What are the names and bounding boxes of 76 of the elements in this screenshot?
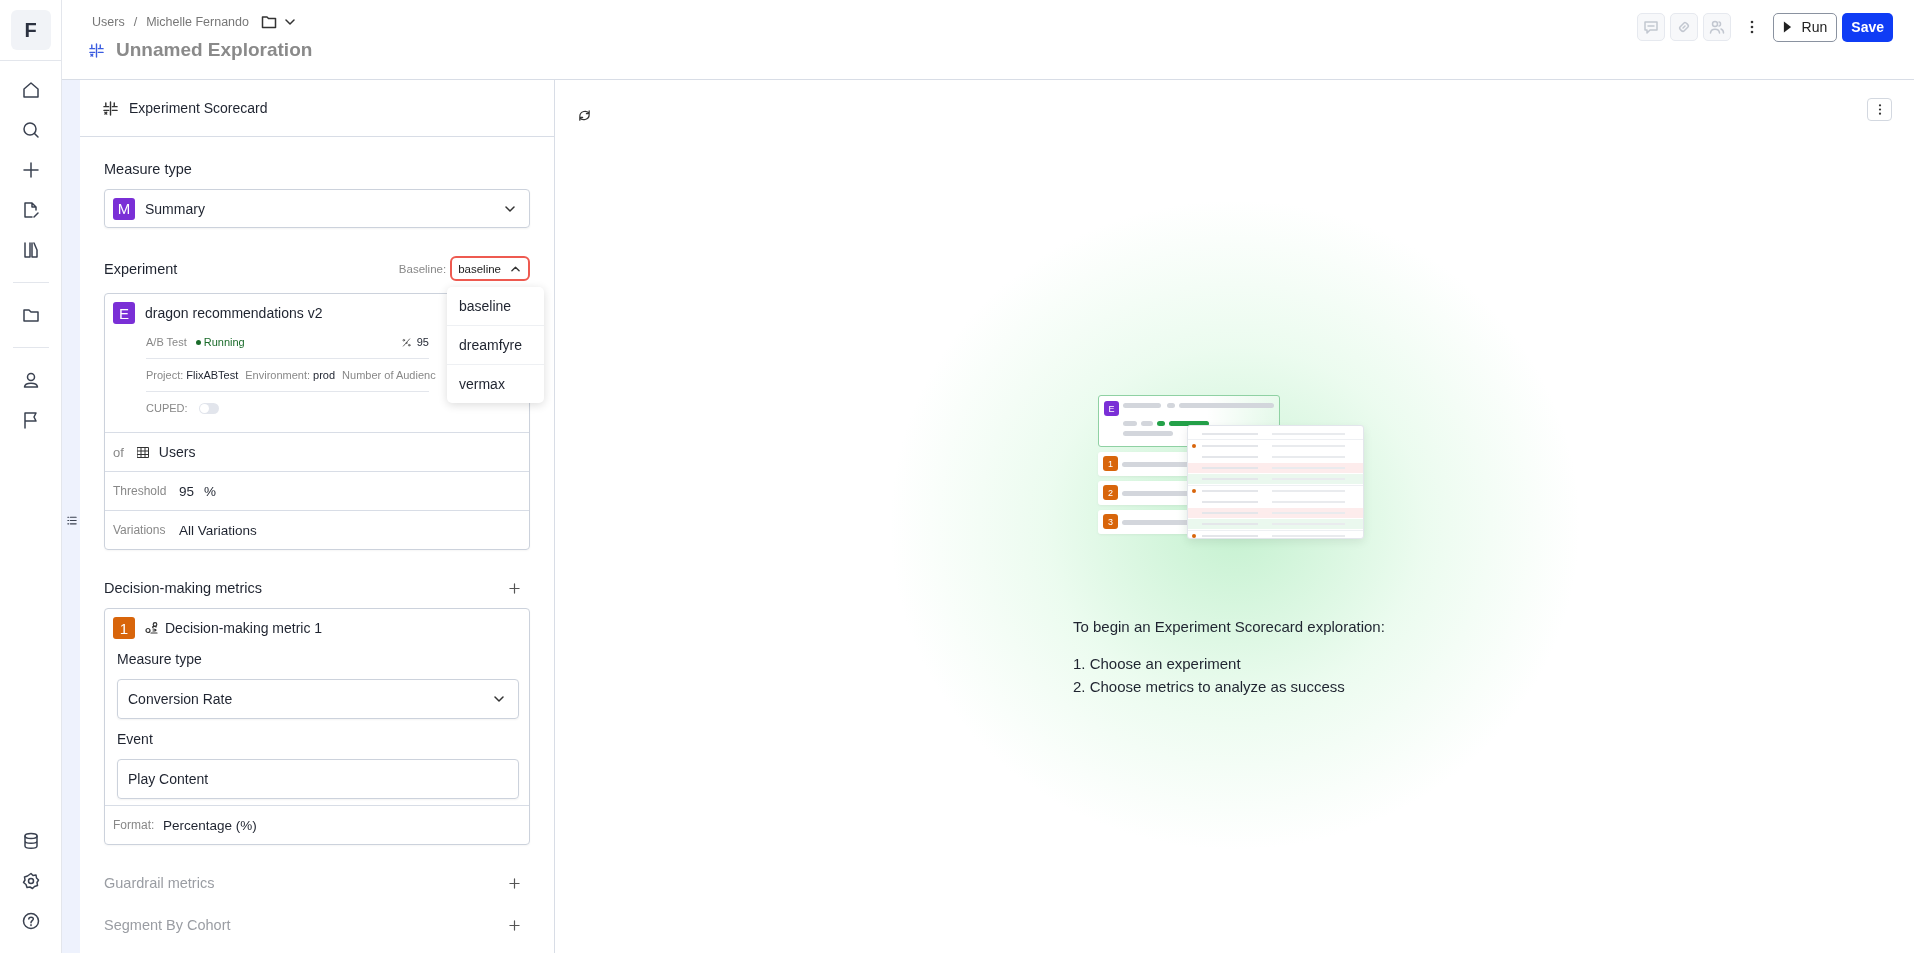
scorecard-icon (103, 100, 118, 116)
field-label: Variations (113, 523, 167, 537)
menu-option[interactable]: dreamfyre (447, 326, 544, 365)
refresh-icon[interactable] (577, 108, 592, 123)
confidence-value: 95 (416, 336, 429, 348)
add-icon[interactable] (509, 919, 520, 931)
run-button[interactable]: Run (1772, 12, 1838, 42)
breadcrumb-link[interactable]: Users (92, 15, 125, 29)
menu-option[interactable]: baseline (447, 287, 544, 326)
section-label: Experiment (104, 260, 178, 277)
list-icon[interactable] (67, 516, 77, 525)
field-label: Number of Audienc (342, 369, 436, 381)
table-icon (136, 446, 149, 458)
users-icon (1708, 19, 1725, 35)
status-text: Running (203, 336, 245, 348)
entity-value[interactable]: Users (158, 444, 196, 460)
experiment-name[interactable]: dragon recommendations v2 (145, 305, 323, 321)
cuped-toggle[interactable] (198, 402, 219, 414)
settings-icon[interactable] (20, 871, 41, 891)
field-value: prod (313, 369, 336, 381)
scorecard-illustration-drawing: E 1 2 3 (1098, 395, 1368, 545)
play-icon (1782, 20, 1792, 34)
chevron-icon (511, 265, 520, 272)
folder-icon[interactable] (261, 15, 277, 29)
breadcrumb-separator: / (133, 15, 138, 29)
field-label: Measure type (117, 651, 203, 667)
help-icon[interactable] (20, 911, 41, 931)
home-icon[interactable] (20, 80, 41, 100)
field-label: Event (117, 731, 154, 747)
search-icon[interactable] (20, 120, 41, 140)
metric-icon (145, 622, 159, 634)
more-icon[interactable] (1749, 19, 1754, 35)
format-value[interactable]: Percentage (%) (163, 817, 257, 833)
scorecard-icon (89, 42, 104, 58)
instruction-step: 1. Choose an experiment (1073, 655, 1385, 672)
measure-type-select[interactable]: Conversion Rate (117, 679, 519, 719)
save-button[interactable]: Save (1842, 12, 1893, 42)
chevron-down-icon (494, 696, 504, 702)
field-label: Threshold (113, 484, 168, 498)
threshold-unit: % (204, 483, 217, 499)
instruction-step: 2. Choose metrics to analyze as success (1073, 678, 1385, 695)
baseline-select[interactable]: baseline (450, 256, 530, 281)
section-label: Guardrail metrics (104, 875, 215, 891)
measure-type-select[interactable]: M Summary (104, 189, 530, 228)
measure-badge: M (113, 197, 135, 220)
variations-value[interactable]: All Variations (179, 522, 257, 538)
breadcrumb-link[interactable]: Michelle Fernando (146, 15, 249, 29)
panel-title: Experiment Scorecard (129, 100, 268, 116)
field-label: of (113, 444, 124, 460)
empty-state-heading: To begin an Experiment Scorecard exploration: (1073, 618, 1385, 635)
more-icon (1877, 103, 1882, 116)
field-value: FlixABTest (186, 369, 239, 381)
field-label: Format: (113, 818, 153, 832)
status-dot (195, 339, 201, 345)
field-label: Environment: (245, 369, 311, 381)
chevron-down-icon (505, 205, 515, 212)
event-field[interactable]: Play Content (117, 759, 519, 799)
comment-icon (1642, 19, 1659, 35)
section-label: Decision-making metrics (104, 580, 262, 596)
baseline-label: Baseline: (398, 262, 447, 275)
experiment-badge: E (113, 302, 135, 324)
add-icon[interactable] (509, 582, 520, 594)
section-label: Segment By Cohort (104, 917, 231, 933)
app-logo[interactable]: F (10, 10, 51, 50)
section-label: Measure type (104, 161, 193, 177)
field-label: CUPED: (146, 402, 188, 414)
percent-icon (401, 337, 411, 347)
menu-option[interactable]: vermax (447, 365, 544, 403)
experiment-type: A/B Test (146, 336, 187, 348)
metric-name[interactable]: Decision-making metric 1 (165, 620, 323, 636)
metric-badge: 1 (113, 617, 135, 639)
threshold-value[interactable]: 95 (179, 483, 195, 499)
plus-icon[interactable] (20, 160, 41, 180)
field-label: Project: (146, 369, 184, 381)
chevron-down-icon[interactable] (285, 19, 295, 25)
add-icon[interactable] (509, 877, 520, 889)
